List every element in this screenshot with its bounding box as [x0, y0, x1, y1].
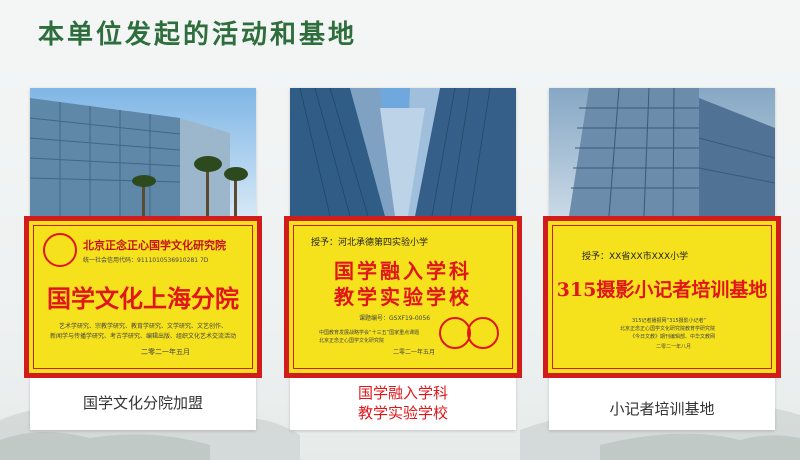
certificate-main-title: 国学文化上海分院: [47, 284, 239, 313]
card-caption: 国学文化分院加盟: [82, 394, 203, 412]
certificate-date: 二零二一年五月: [141, 348, 190, 356]
certificate-small-line2: 北京正念正心国学文化研究院教育学研究院: [620, 326, 716, 332]
certificate-card-2: 授予：河北承德第四实验小学 国学融入学科 教学实验学校 课题编号：GSXF19-…: [284, 88, 522, 430]
card-caption-line2: 教学实验学校: [357, 404, 448, 422]
building-photo-palms: [30, 88, 256, 216]
certificate-small-line3: 《今日文教》期刊编辑部、中华文教网: [630, 334, 716, 340]
certificate-grantee: 授予：XX省XX市XXX小学: [582, 252, 689, 262]
page-title: 本单位发起的活动和基地: [38, 20, 358, 50]
glass-building-photo: [549, 88, 775, 216]
project-number: 课题编号：GSXF19-0056: [359, 315, 431, 322]
certificate-small-line2: 北京正念正心国学文化研究院: [319, 338, 385, 344]
certificate-small-line1: 315记者播报网“315摄影小记者”: [632, 318, 707, 324]
seal-icon: [43, 233, 77, 267]
certificate-card-3: 授予：XX省XX市XXX小学 315摄影小记者培训基地 315记者播报网“315…: [543, 88, 781, 430]
certificate-plaque-1: 北京正念正心国学文化研究院 统一社会信用代码：9111010536910281 …: [24, 216, 262, 378]
card-caption-line1: 国学融入学科: [357, 384, 448, 402]
certificate-main-title-1: 国学融入学科: [334, 259, 472, 283]
seal-icon: [467, 317, 499, 349]
org-code: 统一社会信用代码：9111010536910281 7D: [83, 257, 209, 264]
skyscraper-photo: [290, 88, 516, 216]
org-name: 北京正念正心国学文化研究院: [83, 239, 226, 252]
certificate-desc-line2: 新闻学与传播学研究、考古学研究、编辑出版、组织文化艺术交流活动: [49, 333, 236, 340]
certificate-plaque-2: 授予：河北承德第四实验小学 国学融入学科 教学实验学校 课题编号：GSXF19-…: [284, 216, 522, 378]
certificate-card-1: 北京正念正心国学文化研究院 统一社会信用代码：9111010536910281 …: [24, 88, 262, 430]
certificate-grantee: 授予：河北承德第四实验小学: [311, 238, 429, 248]
certificate-desc-line1: 艺术学研究、宗教学研究、教育学研究、文学研究、文艺创作、: [58, 323, 227, 330]
certificate-main-title: 315摄影小记者培训基地: [556, 279, 768, 301]
certificate-small-line1: 中国教育发展战略学会“十三五”国家重点课题: [319, 330, 420, 336]
card-caption: 小记者培训基地: [609, 400, 715, 418]
certificate-main-title-2: 教学实验学校: [334, 285, 472, 309]
certificate-plaque-3: 授予：XX省XX市XXX小学 315摄影小记者培训基地 315记者播报网“315…: [543, 216, 781, 378]
certificate-date: 二零二一年八月: [656, 344, 692, 350]
certificate-date: 二零二一年五月: [393, 349, 436, 356]
